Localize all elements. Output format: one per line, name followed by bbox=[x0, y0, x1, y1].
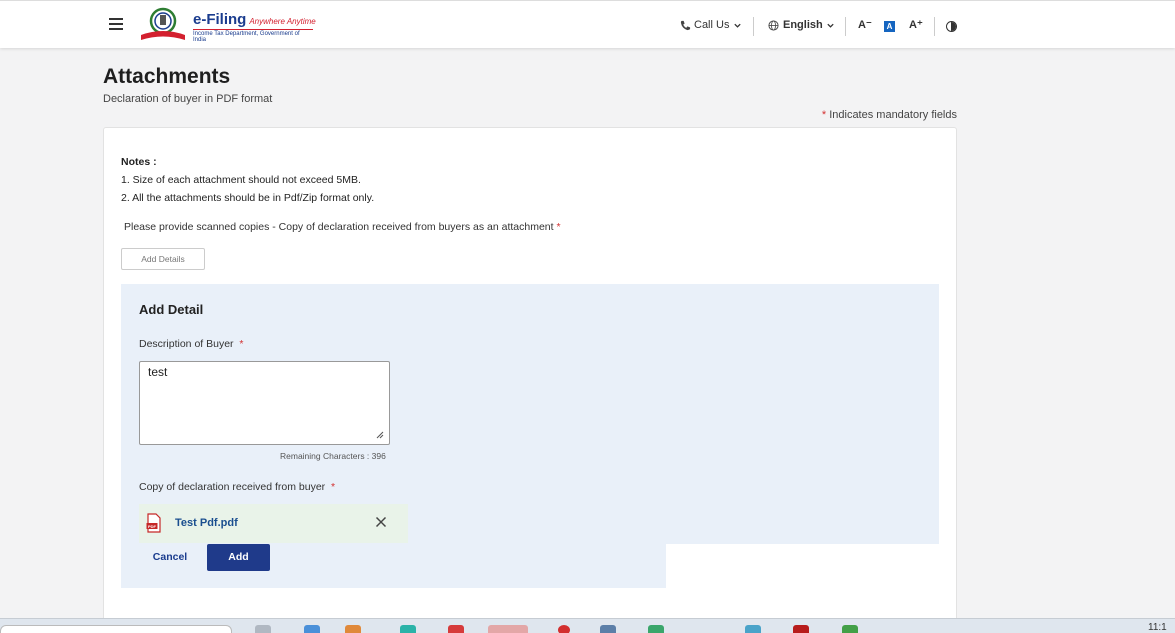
instruction-text: Please provide scanned copies - Copy of … bbox=[124, 221, 554, 233]
add-details-button[interactable]: Add Details bbox=[121, 248, 205, 270]
contrast-toggle-icon[interactable] bbox=[946, 21, 957, 32]
required-star: * bbox=[236, 338, 244, 350]
taskbar-app-icon[interactable] bbox=[345, 625, 361, 633]
page-subtitle: Declaration of buyer in PDF format bbox=[103, 93, 273, 105]
notes-title: Notes : bbox=[121, 156, 157, 168]
attachment-instruction: Please provide scanned copies - Copy of … bbox=[124, 221, 561, 233]
copy-declaration-label: Copy of declaration received from buyer … bbox=[139, 481, 335, 493]
taskbar-app-icon[interactable] bbox=[304, 625, 320, 633]
mandatory-note-text: Indicates mandatory fields bbox=[829, 109, 957, 121]
copy-label-text: Copy of declaration received from buyer bbox=[139, 481, 326, 493]
resize-handle-icon[interactable] bbox=[376, 431, 384, 439]
close-icon[interactable] bbox=[375, 516, 387, 528]
language-label: English bbox=[783, 19, 823, 31]
uploaded-file-name[interactable]: Test Pdf.pdf bbox=[175, 517, 238, 529]
taskbar-app-icon[interactable] bbox=[488, 625, 528, 633]
logo-title: e-Filing bbox=[193, 11, 247, 28]
emblem-logo-icon[interactable] bbox=[139, 7, 189, 43]
header-divider bbox=[845, 17, 846, 36]
header-divider bbox=[753, 17, 754, 36]
note-item: 1. Size of each attachment should not ex… bbox=[121, 174, 361, 186]
taskbar-app-icon[interactable] bbox=[600, 625, 616, 633]
header-divider bbox=[934, 17, 935, 36]
taskbar-app-icon[interactable] bbox=[793, 625, 809, 633]
taskbar-app-icon[interactable] bbox=[648, 625, 664, 633]
required-star: * bbox=[328, 481, 336, 493]
chevron-down-icon bbox=[734, 23, 742, 28]
description-label-text: Description of Buyer bbox=[139, 338, 234, 350]
logo-text[interactable]: e-Filing Anywhere Anytime Income Tax Depa… bbox=[193, 11, 316, 43]
mandatory-fields-note: * Indicates mandatory fields bbox=[822, 109, 957, 121]
top-header: e-Filing Anywhere Anytime Income Tax Depa… bbox=[0, 0, 1175, 48]
logo-tagline: Anywhere Anytime bbox=[249, 17, 316, 26]
cancel-button[interactable]: Cancel bbox=[150, 546, 190, 568]
taskbar-app-icon[interactable] bbox=[745, 625, 761, 633]
chevron-down-icon bbox=[827, 23, 834, 28]
note-item: 2. All the attachments should be in Pdf/… bbox=[121, 192, 375, 204]
add-button[interactable]: Add bbox=[207, 544, 270, 571]
add-detail-title: Add Detail bbox=[139, 302, 204, 317]
taskbar-clock: 11:1 bbox=[1148, 622, 1167, 633]
taskbar-app-icon[interactable] bbox=[448, 625, 464, 633]
notes-section: Notes : 1. Size of each attachment shoul… bbox=[121, 153, 374, 207]
font-default-button[interactable]: A bbox=[884, 21, 895, 32]
menu-icon[interactable] bbox=[109, 18, 123, 30]
svg-text:PDF: PDF bbox=[148, 524, 157, 529]
language-dropdown[interactable]: English bbox=[768, 1, 835, 49]
description-textarea[interactable]: test bbox=[139, 361, 390, 445]
taskbar-app-icon[interactable] bbox=[255, 625, 271, 633]
taskbar-app-icon[interactable] bbox=[842, 625, 858, 633]
taskbar-search-box[interactable] bbox=[0, 625, 232, 633]
page-title: Attachments bbox=[103, 65, 231, 88]
logo-subtitle: Income Tax Department, Government of Ind… bbox=[193, 29, 313, 43]
phone-icon bbox=[680, 20, 691, 30]
required-star: * bbox=[821, 109, 827, 121]
add-detail-panel-footer bbox=[121, 544, 666, 588]
call-us-dropdown[interactable]: Call Us bbox=[680, 1, 742, 49]
description-label: Description of Buyer * bbox=[139, 338, 243, 350]
globe-icon bbox=[768, 19, 779, 31]
call-us-label: Call Us bbox=[694, 19, 730, 31]
description-value: test bbox=[148, 365, 168, 379]
taskbar-app-icon[interactable] bbox=[400, 625, 416, 633]
remaining-characters: Remaining Characters : 396 bbox=[280, 451, 386, 461]
font-increase-button[interactable]: A⁺ bbox=[909, 18, 923, 31]
font-decrease-button[interactable]: A⁻ bbox=[858, 18, 872, 31]
pdf-file-icon: PDF bbox=[146, 513, 161, 533]
notification-badge-icon[interactable] bbox=[558, 625, 570, 633]
required-star: * bbox=[556, 221, 561, 233]
